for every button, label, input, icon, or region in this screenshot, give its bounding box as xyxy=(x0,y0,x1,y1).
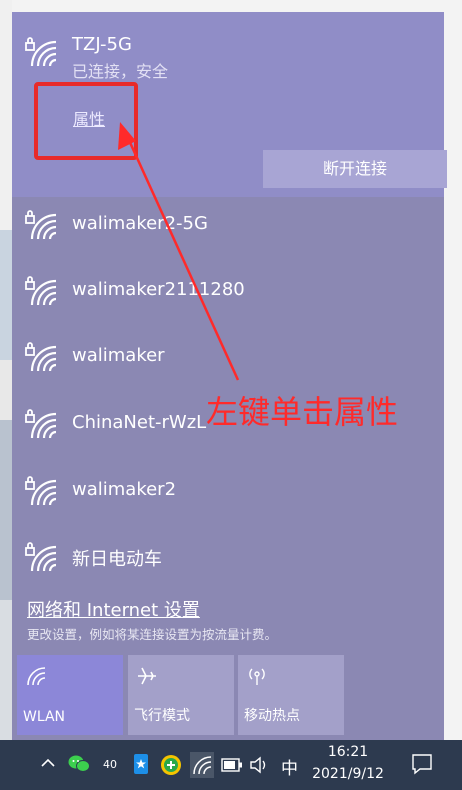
input-method-indicator[interactable]: 中 xyxy=(281,754,298,779)
taskbar: 40 中 16:21 2021/9/12 xyxy=(0,740,462,790)
app-star-icon[interactable] xyxy=(133,753,149,779)
wechat-icon[interactable] xyxy=(68,754,90,778)
badge-count: 40 xyxy=(103,758,117,771)
show-hidden-icons-chevron-icon[interactable] xyxy=(40,755,56,775)
network-tray-icon[interactable] xyxy=(190,752,214,778)
volume-icon[interactable] xyxy=(249,756,269,778)
notification-center-icon[interactable] xyxy=(411,753,433,779)
annotation-arrow xyxy=(118,122,240,381)
clock-date: 2021/9/12 xyxy=(312,766,384,782)
clock-time: 16:21 xyxy=(327,744,369,760)
annotation-text: 左键单击属性 xyxy=(206,393,399,431)
battery-icon[interactable] xyxy=(221,757,243,776)
app-plus-icon[interactable] xyxy=(160,754,182,780)
